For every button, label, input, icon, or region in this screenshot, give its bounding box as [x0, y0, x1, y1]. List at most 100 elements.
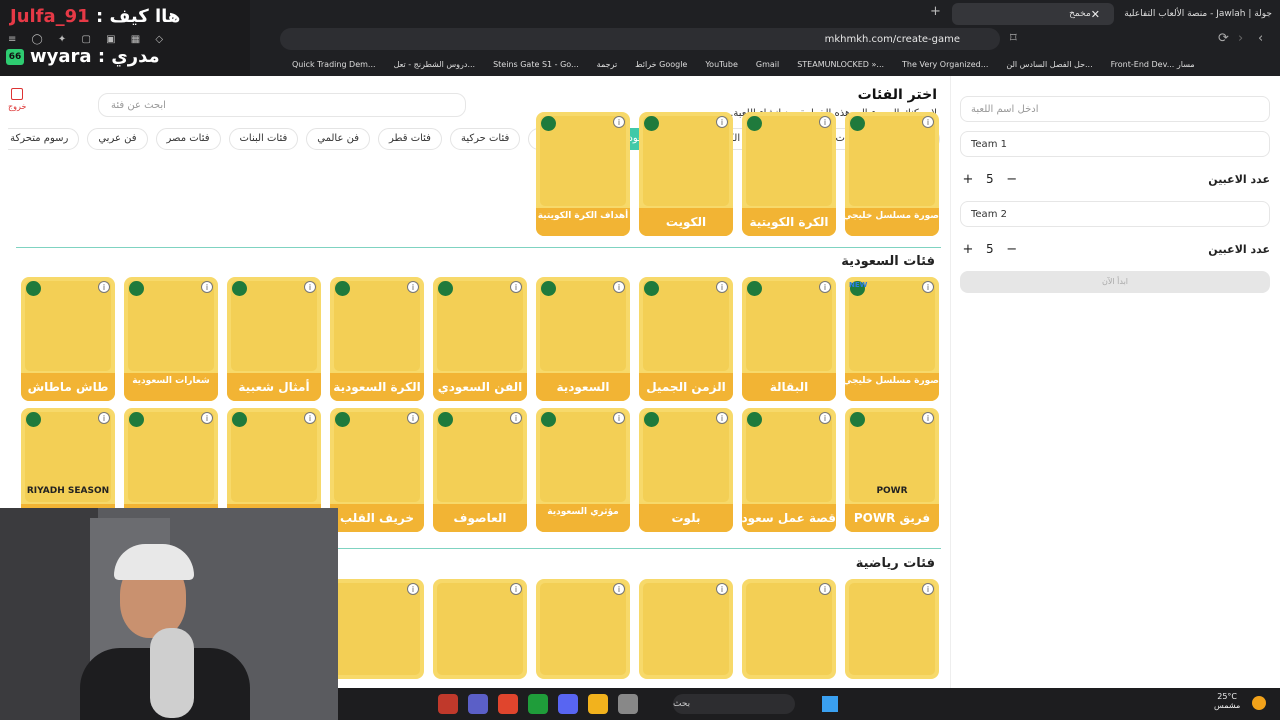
category-card[interactable]: i الفن السعودي	[433, 277, 527, 401]
info-icon[interactable]: i	[201, 412, 213, 424]
info-icon[interactable]: i	[922, 412, 934, 424]
info-icon[interactable]: i	[819, 116, 831, 128]
discord-icon[interactable]	[558, 694, 578, 714]
category-chip[interactable]: فئات حركية	[449, 128, 521, 150]
weather-widget[interactable]: 25°C مشمس	[1214, 692, 1240, 710]
category-card[interactable]: NEW i صورة مسلسل خليجي	[845, 277, 939, 401]
tab-jawlah[interactable]: جولة | Jawlah - منصة الألعاب التفاعلية	[1090, 3, 1280, 25]
info-icon[interactable]: i	[98, 281, 110, 293]
tab-mkhmkh[interactable]: ✕ مخمخ	[952, 3, 1114, 25]
info-icon[interactable]: i	[98, 412, 110, 424]
category-card[interactable]: i مؤثري السعودية	[536, 408, 630, 532]
info-icon[interactable]: i	[613, 116, 625, 128]
info-icon[interactable]: i	[407, 583, 419, 595]
info-icon[interactable]: i	[613, 412, 625, 424]
category-card[interactable]: i بلوت	[639, 408, 733, 532]
category-card[interactable]: i أمثال شعبية	[227, 277, 321, 401]
category-card[interactable]: i	[433, 579, 527, 679]
folder-icon[interactable]	[588, 694, 608, 714]
bookmark-item[interactable]: YouTube	[705, 60, 738, 69]
info-icon[interactable]: i	[922, 116, 934, 128]
bookmark-item[interactable]: Quick Trading Dem...	[292, 60, 376, 69]
bookmark-item[interactable]: Front-End Dev... مسار	[1111, 60, 1195, 69]
category-card[interactable]: i صورة مسلسل خليجي	[845, 112, 939, 236]
back-icon[interactable]: ‹	[1258, 31, 1263, 46]
bookmark-item[interactable]: Steins Gate S1 - Go...	[493, 60, 579, 69]
decrement-button[interactable]: −	[1004, 172, 1020, 187]
category-card[interactable]: i	[330, 579, 424, 679]
category-card[interactable]: i الزمن الجميل	[639, 277, 733, 401]
category-card[interactable]: i	[536, 579, 630, 679]
start-game-button[interactable]: ابدأ الآن	[960, 271, 1270, 293]
category-chip[interactable]: فن عربي	[87, 128, 148, 150]
info-icon[interactable]: i	[613, 583, 625, 595]
category-chip[interactable]: فن عالمي	[306, 128, 371, 150]
info-icon[interactable]: i	[510, 583, 522, 595]
xbox-icon[interactable]	[528, 694, 548, 714]
category-card[interactable]: i الكرة الكويتية	[742, 112, 836, 236]
category-card[interactable]: i أهداف الكرة الكويتية	[536, 112, 630, 236]
info-icon[interactable]: i	[510, 281, 522, 293]
app-icon[interactable]	[618, 694, 638, 714]
brave-icon[interactable]	[498, 694, 518, 714]
logout-button[interactable]: خروج	[8, 88, 26, 111]
team2-name-input[interactable]: Team 2	[960, 201, 1270, 227]
bookmark-item[interactable]: خرائط Google	[635, 60, 687, 69]
category-card[interactable]: i الكرة السعودية	[330, 277, 424, 401]
info-icon[interactable]: i	[510, 412, 522, 424]
info-icon[interactable]: i	[304, 412, 316, 424]
windows-start-icon[interactable]	[822, 696, 838, 712]
bookmark-item[interactable]: The Very Organized...	[902, 60, 988, 69]
category-card[interactable]: i الكويت	[639, 112, 733, 236]
info-icon[interactable]: i	[407, 412, 419, 424]
info-icon[interactable]: i	[819, 281, 831, 293]
new-tab-icon[interactable]: +	[930, 4, 941, 19]
info-icon[interactable]: i	[716, 116, 728, 128]
bookmark-item[interactable]: Gmail	[756, 60, 779, 69]
bookmark-item[interactable]: حل الفصل السادس الن...	[1006, 60, 1092, 69]
info-icon[interactable]: i	[716, 281, 728, 293]
info-icon[interactable]: i	[819, 412, 831, 424]
increment-button[interactable]: +	[960, 172, 976, 187]
category-card[interactable]: POWR i فريق POWR	[845, 408, 939, 532]
category-card[interactable]: i السعودية	[536, 277, 630, 401]
category-card[interactable]: i العاصوف	[433, 408, 527, 532]
teams-icon[interactable]	[468, 694, 488, 714]
category-card[interactable]: i طاش ماطاش	[21, 277, 115, 401]
category-card[interactable]: i البقالة	[742, 277, 836, 401]
category-card[interactable]: i	[845, 579, 939, 679]
category-chip[interactable]: فئات البنات	[228, 128, 299, 150]
bookmark-item[interactable]: ترجمة	[597, 60, 618, 69]
category-card[interactable]: i خريف القلب	[330, 408, 424, 532]
category-chip[interactable]: رسوم متحركة	[8, 128, 80, 150]
bookmark-item[interactable]: STEAMUNLOCKED »...	[797, 60, 884, 69]
info-icon[interactable]: i	[716, 583, 728, 595]
bookmark-item[interactable]: دروس الشطرنج - تعل...	[394, 60, 476, 69]
info-icon[interactable]: i	[407, 281, 419, 293]
bookmark-icon[interactable]: ⌑	[1010, 31, 1017, 46]
game-name-input[interactable]: ادخل اسم اللعبة	[960, 96, 1270, 122]
info-icon[interactable]: i	[922, 583, 934, 595]
category-card[interactable]: i	[742, 579, 836, 679]
category-card[interactable]: i شعارات السعودية	[124, 277, 218, 401]
address-bar[interactable]: mkhmkh.com/create-game	[280, 28, 1000, 50]
info-icon[interactable]: i	[922, 281, 934, 293]
category-chip[interactable]: فئات مصر	[155, 128, 221, 150]
increment-button[interactable]: +	[960, 242, 976, 257]
close-tab-icon[interactable]: ✕	[1091, 8, 1100, 21]
team1-name-input[interactable]: Team 1	[960, 131, 1270, 157]
taskbar-search[interactable]: بحث	[673, 694, 795, 714]
info-icon[interactable]: i	[716, 412, 728, 424]
category-card[interactable]: i قصة عمل سعودي	[742, 408, 836, 532]
category-chip[interactable]: فئات قطر	[378, 128, 442, 150]
category-search-input[interactable]: ابحث عن فئة	[98, 93, 466, 117]
forward-icon[interactable]: ›	[1238, 31, 1243, 46]
decrement-button[interactable]: −	[1004, 242, 1020, 257]
category-card[interactable]: i	[639, 579, 733, 679]
obs-icon[interactable]	[438, 694, 458, 714]
info-icon[interactable]: i	[613, 281, 625, 293]
info-icon[interactable]: i	[304, 281, 316, 293]
reload-icon[interactable]: ⟳	[1218, 31, 1229, 46]
info-icon[interactable]: i	[819, 583, 831, 595]
info-icon[interactable]: i	[201, 281, 213, 293]
